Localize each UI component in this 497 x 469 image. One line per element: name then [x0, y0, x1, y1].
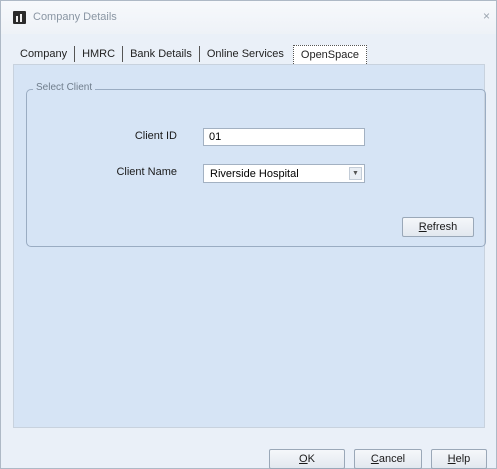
- help-hotkey: H: [447, 453, 456, 465]
- title-bar: Company Details ×: [1, 1, 496, 34]
- refresh-label: efresh: [426, 221, 458, 233]
- tab-openspace[interactable]: OpenSpace: [292, 44, 367, 64]
- help-label: elp: [455, 453, 471, 465]
- app-chart-icon: [13, 11, 26, 24]
- ok-label: K: [307, 453, 315, 465]
- company-details-window: Company Details × Company HMRC Bank Deta…: [0, 0, 497, 469]
- tab-bank-details[interactable]: Bank Details: [122, 46, 199, 62]
- ok-button[interactable]: OK: [269, 449, 345, 469]
- client-id-label: Client ID: [134, 130, 177, 142]
- cancel-label: ancel: [378, 453, 406, 465]
- refresh-hotkey: R: [418, 221, 427, 233]
- client-name-value: Riverside Hospital: [210, 168, 299, 180]
- select-client-group-label: Select Client: [33, 82, 96, 93]
- chevron-down-icon[interactable]: ▼: [349, 167, 362, 180]
- refresh-button[interactable]: Refresh: [402, 217, 474, 237]
- tab-online-services[interactable]: Online Services: [198, 46, 291, 62]
- client-id-field[interactable]: 01: [203, 128, 365, 146]
- tab-strip: Company HMRC Bank Details Online Service…: [13, 44, 367, 64]
- client-name-label: Client Name: [116, 166, 177, 178]
- help-button[interactable]: Help: [431, 449, 487, 469]
- tab-company[interactable]: Company: [13, 46, 74, 62]
- ok-hotkey: O: [299, 453, 308, 465]
- window-title: Company Details: [33, 11, 117, 23]
- tab-hmrc[interactable]: HMRC: [74, 46, 122, 62]
- cancel-button[interactable]: Cancel: [354, 449, 422, 469]
- client-name-dropdown[interactable]: Riverside Hospital ▼: [203, 164, 365, 183]
- cancel-hotkey: C: [370, 453, 379, 465]
- close-icon[interactable]: ×: [483, 9, 490, 23]
